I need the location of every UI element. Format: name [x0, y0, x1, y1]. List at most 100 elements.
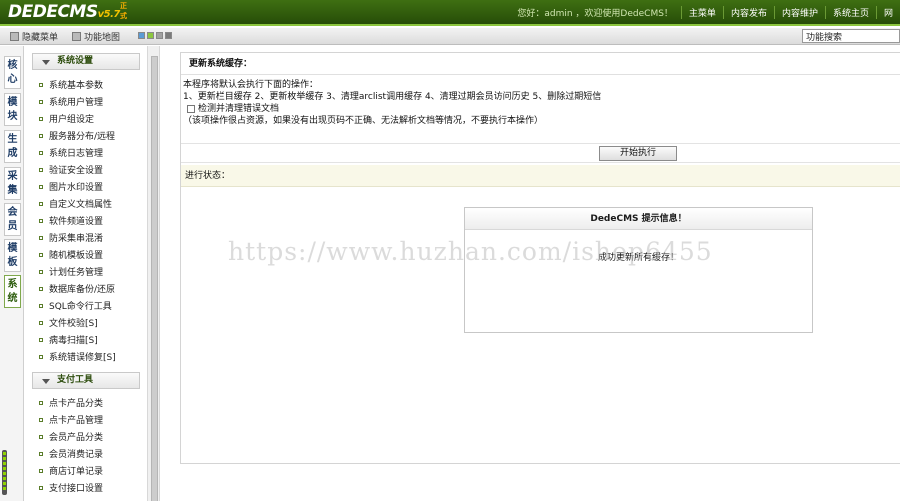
message-dialog: DedeCMS 提示信息！ 成功更新所有缓存！: [464, 207, 813, 333]
menu-item[interactable]: 点卡产品分类: [39, 398, 103, 410]
bullet-icon: [39, 304, 43, 308]
menu-item[interactable]: 系统用户管理: [39, 97, 103, 109]
tab-modules[interactable]: 模块: [4, 93, 21, 126]
bullet-icon: [39, 321, 43, 325]
menu-item[interactable]: 系统错误修复[S]: [39, 352, 116, 364]
bullet-icon: [39, 168, 43, 172]
menu-item-label: 系统用户管理: [49, 98, 104, 108]
menu-item[interactable]: 图片水印设置: [39, 182, 103, 194]
menu-item-label: 防采集串混淆: [49, 234, 104, 244]
theme-swatch-gray[interactable]: [156, 32, 163, 39]
nav-site-home[interactable]: 系统主页: [824, 6, 876, 19]
menu-item-label: 服务器分布/远程: [49, 132, 116, 142]
tab-collect[interactable]: 采集: [4, 167, 21, 200]
tab-templates[interactable]: 模板: [4, 239, 21, 272]
menu-group-payment-tools[interactable]: 支付工具: [32, 372, 140, 389]
tab-system-char2: 统: [7, 293, 18, 304]
menu-item[interactable]: 防采集串混淆: [39, 233, 103, 245]
theme-swatch-dark[interactable]: [165, 32, 172, 39]
bullet-icon: [39, 270, 43, 274]
tab-system[interactable]: 系统: [4, 275, 21, 308]
menu-item-label: 自定义文档属性: [49, 200, 113, 210]
menu-group-system-settings[interactable]: 系统设置: [32, 53, 140, 70]
nav-content-publish[interactable]: 内容发布: [722, 6, 774, 19]
menu-item[interactable]: 会员产品分类: [39, 432, 103, 444]
nav-content-maintain[interactable]: 内容维护: [773, 6, 825, 19]
greeting-text: 您好：admin ，欢迎使用DedeCMS！: [517, 9, 673, 19]
menu-item[interactable]: 软件频道设置: [39, 216, 103, 228]
menu-item[interactable]: 验证安全设置: [39, 165, 103, 177]
bullet-icon: [39, 486, 43, 490]
menu-item[interactable]: 病毒扫描[S]: [39, 335, 98, 347]
steps-text: 1、更新栏目缓存 2、更新枚举缓存 3、清理arclist调用缓存 4、清理过期…: [183, 92, 602, 102]
tab-templates-char2: 板: [7, 257, 18, 268]
menu-item-label: 图片水印设置: [49, 183, 104, 193]
menu-item[interactable]: 点卡产品管理: [39, 415, 103, 427]
start-button[interactable]: 开始执行: [599, 146, 677, 161]
tab-members[interactable]: 会员: [4, 203, 21, 236]
tab-collect-char2: 集: [7, 185, 18, 196]
menu-item-label: 系统日志管理: [49, 149, 104, 159]
menu-item-label: 系统错误修复[S]: [49, 353, 116, 363]
secondary-toolbar: 隐藏菜单 功能地图: [0, 28, 900, 45]
tab-collect-char1: 采: [7, 171, 18, 182]
status-label: 进行状态：: [181, 165, 900, 187]
nav-main-menu[interactable]: 主菜单: [680, 6, 723, 19]
hide-menu-button[interactable]: 隐藏菜单: [10, 30, 58, 43]
tab-core[interactable]: 核心: [4, 56, 21, 89]
bullet-icon: [39, 100, 43, 104]
menu-item[interactable]: 数据库备份/还原: [39, 284, 115, 296]
version-label: v5.7: [97, 9, 121, 20]
menu-item-label: 用户组设定: [49, 115, 95, 125]
menu-item[interactable]: 支付接口设置: [39, 483, 103, 495]
tab-generate-char1: 生: [7, 134, 18, 145]
menu-splitter[interactable]: [147, 46, 160, 501]
menu-item[interactable]: 随机模板设置: [39, 250, 103, 262]
bullet-icon: [39, 355, 43, 359]
bullet-icon: [39, 134, 43, 138]
menu-item[interactable]: 系统基本参数: [39, 80, 103, 92]
bullet-icon: [39, 401, 43, 405]
release-badge: 正式: [120, 2, 127, 20]
tab-generate[interactable]: 生成: [4, 130, 21, 163]
menu-item[interactable]: 商店订单记录: [39, 466, 103, 478]
menu-group-title: 支付工具: [57, 375, 94, 385]
signal-gauge-icon: [2, 450, 7, 495]
left-menu: 系统设置 系统基本参数 系统用户管理 用户组设定 服务器分布/远程 系统日志管理…: [25, 46, 147, 501]
dialog-title: DedeCMS 提示信息！: [465, 208, 812, 230]
menu-item-label: 系统基本参数: [49, 81, 104, 91]
theme-swatch-green[interactable]: [147, 32, 154, 39]
menu-item[interactable]: 计划任务管理: [39, 267, 103, 279]
collapse-triangle-icon: [42, 60, 50, 65]
nav-more[interactable]: 网: [875, 6, 900, 19]
menu-item[interactable]: 系统日志管理: [39, 148, 103, 160]
menu-item[interactable]: 用户组设定: [39, 114, 94, 126]
menu-item-label: 文件校验[S]: [49, 319, 98, 329]
menu-item[interactable]: 文件校验[S]: [39, 318, 98, 330]
menu-item-label: 支付接口设置: [49, 484, 104, 494]
page-title: 更新系统缓存：: [181, 53, 900, 75]
hide-menu-icon: [10, 32, 19, 41]
menu-item[interactable]: 自定义文档属性: [39, 199, 112, 211]
menu-item[interactable]: 服务器分布/远程: [39, 131, 115, 143]
note-text: （该项操作很占资源，如果没有出现页码不正确、无法解析文档等情况，不要执行本操作）: [183, 116, 544, 126]
menu-item[interactable]: 会员消费记录: [39, 449, 103, 461]
theme-swatches: [138, 32, 172, 39]
bullet-icon: [39, 83, 43, 87]
menu-scrollbar[interactable]: [151, 56, 158, 501]
tab-members-char2: 员: [7, 221, 18, 232]
bullet-icon: [39, 253, 43, 257]
bullet-icon: [39, 185, 43, 189]
bullet-icon: [39, 219, 43, 223]
bullet-icon: [39, 287, 43, 291]
logo-text: DEDECMS: [8, 2, 98, 22]
tab-modules-char1: 模: [7, 97, 18, 108]
site-map-button[interactable]: 功能地图: [72, 30, 120, 43]
function-search-input[interactable]: [802, 29, 900, 43]
clean-docs-option[interactable]: 检测并清理错误文档: [183, 103, 898, 115]
clean-docs-checkbox[interactable]: [187, 105, 195, 113]
tab-generate-char2: 成: [7, 148, 18, 159]
menu-item[interactable]: SQL命令行工具: [39, 301, 112, 313]
theme-swatch-blue[interactable]: [138, 32, 145, 39]
description: 本程序将默认会执行下面的操作： 1、更新栏目缓存 2、更新枚举缓存 3、清理ar…: [181, 75, 900, 127]
